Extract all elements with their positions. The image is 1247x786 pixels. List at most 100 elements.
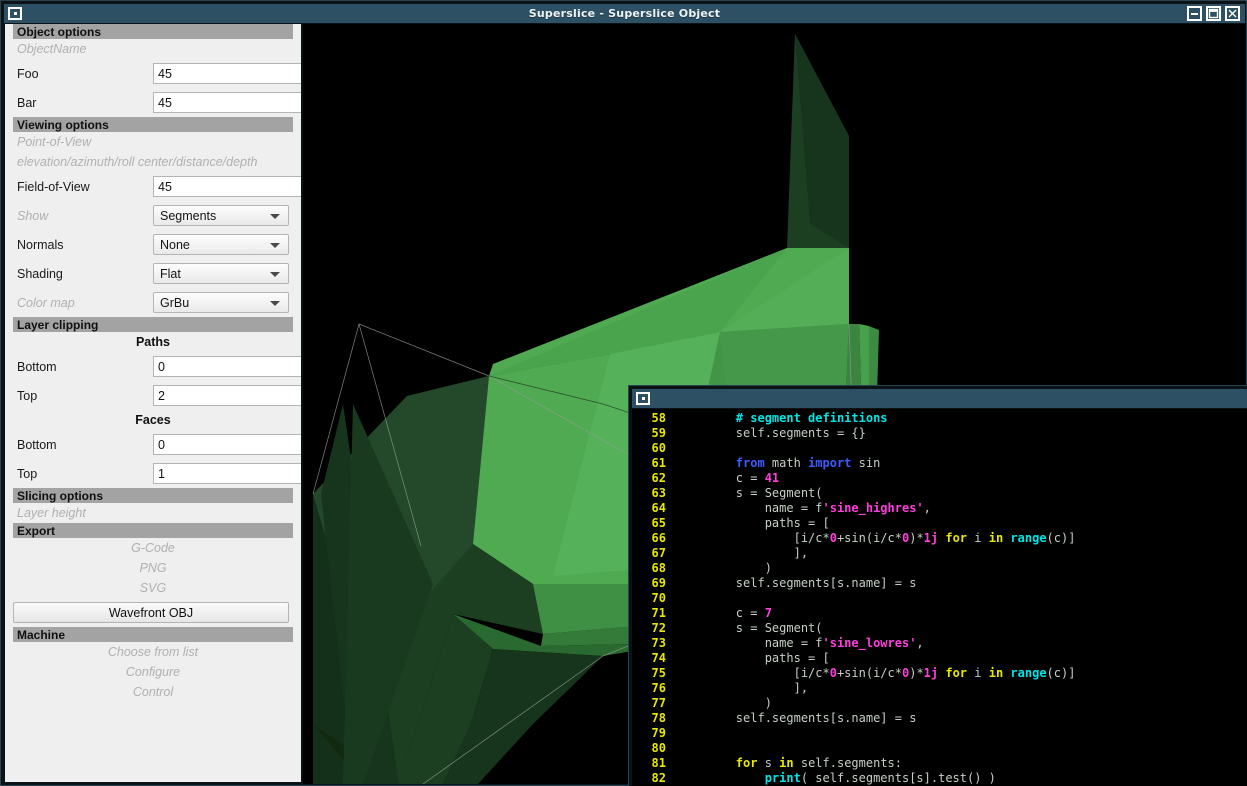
code-line: 65 paths = [	[632, 516, 1247, 531]
static-text-elevation-azimuth-roll-center-distance-depth: elevation/azimuth/roll center/distance/d…	[13, 152, 293, 172]
line-number: 69	[651, 576, 666, 590]
field-row-normals: Normals None	[13, 230, 293, 259]
code-token: 'sine_highres'	[822, 501, 924, 515]
label: elevation/azimuth/roll center/distance/d…	[17, 155, 258, 169]
centered-label-control: Control	[13, 682, 293, 702]
spinner-input[interactable]	[153, 176, 301, 197]
section-header-machine: Machine	[13, 627, 293, 642]
code-token: import	[808, 456, 852, 470]
spinner-input[interactable]	[153, 463, 301, 484]
spinner-foo[interactable]	[153, 63, 301, 84]
chevron-down-icon[interactable]	[270, 213, 280, 219]
button-row: Wavefront OBJ	[5, 598, 301, 627]
static-text-objectname: ObjectName	[13, 39, 293, 59]
field-label: Shading	[17, 266, 63, 281]
minimize-button[interactable]	[1187, 6, 1202, 21]
spinner-bar[interactable]	[153, 92, 301, 113]
line-number: 74	[651, 651, 666, 665]
section-header-label: Machine	[17, 627, 66, 642]
code-token: self.segments[s.name] = s	[678, 711, 917, 725]
code-token: 1j	[923, 531, 939, 545]
code-token: in	[988, 666, 1004, 680]
code-token: from	[735, 456, 765, 470]
code-line: 76 ],	[632, 681, 1247, 696]
section-header-viewing-options: Viewing options	[13, 117, 293, 132]
spinner-input[interactable]	[153, 356, 301, 377]
chevron-down-icon[interactable]	[270, 300, 280, 306]
code-token: ( self.segments[s].test() )	[800, 771, 996, 785]
code-token: range	[1010, 531, 1047, 545]
label: Faces	[135, 413, 171, 427]
spinner-bottom[interactable]	[153, 434, 301, 455]
export-button-wavefront-obj[interactable]: Wavefront OBJ	[13, 602, 289, 623]
line-number: 59	[651, 426, 666, 440]
spinner-input[interactable]	[153, 92, 301, 113]
dropdown-value: Segments	[160, 208, 217, 223]
field-label: Color map	[17, 295, 75, 310]
maximize-button[interactable]	[1206, 6, 1221, 21]
field-label: Bottom	[17, 437, 57, 452]
spinner-top[interactable]	[153, 463, 301, 484]
code-token: in	[779, 756, 794, 770]
line-number: 61	[651, 456, 666, 470]
window-title: Superslice - Superslice Object	[528, 7, 721, 20]
centered-label-png: PNG	[13, 558, 293, 578]
code-line: 66 [i/c*0+sin(i/c*0)*1j for i in range(c…	[632, 531, 1247, 546]
code-line: 64 name = f'sine_highres',	[632, 501, 1247, 516]
line-number: 62	[651, 471, 666, 485]
field-row-show: Show Segments	[13, 201, 293, 230]
code-token: math	[764, 456, 809, 470]
code-line: 81 for s in self.segments:	[632, 756, 1247, 771]
code-token: 0	[829, 666, 837, 680]
code-title-bar[interactable]	[632, 389, 1247, 408]
label: ObjectName	[17, 42, 87, 56]
spinner-input[interactable]	[153, 434, 301, 455]
code-token: self.segments = {}	[678, 426, 866, 440]
code-token: )	[678, 561, 772, 575]
field-row-shading: Shading Flat	[13, 259, 293, 288]
code-token: s	[757, 756, 780, 770]
dropdown-color-map[interactable]: GrBu	[153, 292, 289, 313]
dropdown-shading[interactable]: Flat	[153, 263, 289, 284]
field-row-color-map: Color map GrBu	[13, 288, 293, 317]
code-token: 'sine_lowres'	[822, 636, 917, 650]
close-button[interactable]	[1225, 6, 1240, 21]
window-menu-icon[interactable]	[8, 7, 22, 20]
centered-label-configure: Configure	[13, 662, 293, 682]
chevron-down-icon[interactable]	[270, 242, 280, 248]
spinner-field-of-view[interactable]	[153, 176, 301, 197]
code-token: range	[1010, 666, 1047, 680]
code-text-area[interactable]: 58 # segment definitions 59 self.segments…	[632, 409, 1247, 786]
dropdown-show[interactable]: Segments	[153, 205, 289, 226]
section-header-label: Export	[17, 523, 56, 538]
code-token: [i/c*	[678, 666, 830, 680]
label: G-Code	[131, 541, 175, 555]
code-line: 67 ],	[632, 546, 1247, 561]
spinner-top[interactable]	[153, 385, 301, 406]
line-number: 72	[651, 621, 666, 635]
code-token: 7	[764, 606, 772, 620]
field-row-foo: Foo	[13, 59, 301, 88]
code-token: [i/c*	[678, 531, 830, 545]
code-token: c =	[678, 606, 765, 620]
chevron-down-icon[interactable]	[270, 271, 280, 277]
code-editor-window: 58 # segment definitions 59 self.segments…	[628, 385, 1247, 786]
dropdown-normals[interactable]: None	[153, 234, 289, 255]
code-line: 75 [i/c*0+sin(i/c*0)*1j for i in range(c…	[632, 666, 1247, 681]
spinner-input[interactable]	[153, 63, 301, 84]
spinner-bottom[interactable]	[153, 356, 301, 377]
code-token: i	[967, 666, 989, 680]
spinner-input[interactable]	[153, 385, 301, 406]
code-token: for	[945, 666, 968, 680]
title-bar[interactable]: Superslice - Superslice Object	[4, 4, 1245, 23]
section-header-object-options: Object options	[13, 24, 293, 39]
line-number: 81	[651, 756, 666, 770]
centered-label-g-code: G-Code	[13, 538, 293, 558]
code-line: 82 print( self.segments[s].test() )	[632, 771, 1247, 786]
code-token: self.segments[s.name] = s	[678, 576, 917, 590]
code-window-menu-icon[interactable]	[636, 392, 650, 405]
centered-label-paths: Paths	[13, 332, 293, 352]
code-line: 58 # segment definitions	[632, 411, 1247, 426]
button-label: Wavefront OBJ	[108, 605, 194, 620]
